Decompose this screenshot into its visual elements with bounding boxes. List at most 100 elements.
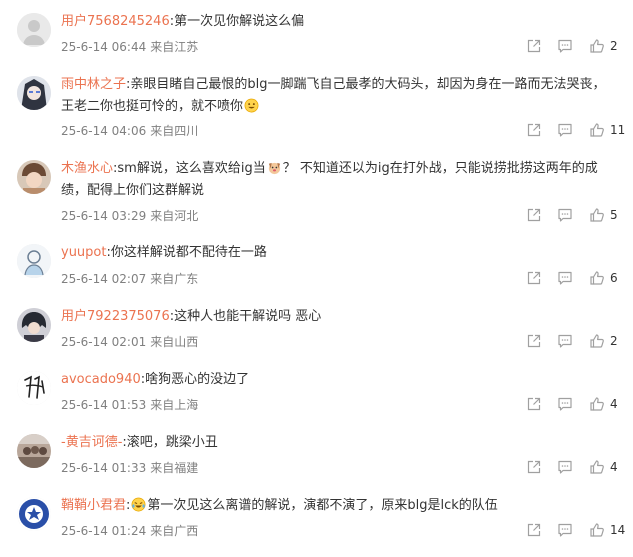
comment-meta: 25-6-14 02:01 来自山西	[61, 333, 198, 350]
thumbs-up-icon	[589, 522, 605, 538]
comment-text: -黄吉诃德-:滚吧，跳梁小丑	[61, 432, 616, 454]
comment-actions: 2	[520, 333, 620, 349]
like-button[interactable]: 6	[589, 270, 618, 286]
thumbs-up-icon	[589, 333, 605, 349]
comment-list: 用户7568245246:第一次见你解说这么偏 25-6-14 06:44 来自江苏…	[0, 0, 633, 557]
reply-icon[interactable]	[557, 333, 573, 349]
thumbs-up-icon	[589, 270, 605, 286]
comment-item: 雨中林之子:亲眼目睹自己最恨的blg一脚踹飞自己最孝的大码头，却因为身在一路而无…	[0, 76, 633, 142]
comment-meta: 25-6-14 03:29 来自河北	[61, 207, 198, 224]
like-button[interactable]: 5	[589, 207, 618, 223]
username-link[interactable]: 用户7922375076	[61, 309, 170, 324]
comment-meta: 25-6-14 01:53 来自上海	[61, 396, 198, 413]
comment-time: 25-6-14 03:29	[61, 209, 147, 223]
anime-avatar[interactable]	[17, 76, 51, 110]
share-icon[interactable]	[526, 459, 542, 475]
reply-icon[interactable]	[557, 459, 573, 475]
like-button[interactable]: 4	[589, 396, 618, 412]
share-icon[interactable]	[526, 38, 542, 54]
comment-meta: 25-6-14 01:24 来自广西	[61, 522, 198, 539]
like-count: 4	[610, 460, 618, 474]
comment-actions: 4	[520, 459, 620, 475]
like-button[interactable]: 4	[589, 459, 618, 475]
like-count: 5	[610, 208, 618, 222]
comment-text: 鞘鞘小君君: 第一次见这么离谱的解说，演都不演了，原来blg是lck的队伍	[61, 495, 616, 517]
comment-body: :你这样解说都不配待在一路	[106, 245, 267, 260]
comment-time: 25-6-14 01:24	[61, 524, 147, 538]
reply-icon[interactable]	[557, 522, 573, 538]
reply-icon[interactable]	[557, 270, 573, 286]
comment-location: 来自福建	[150, 461, 199, 475]
username-link[interactable]: 雨中林之子	[61, 77, 126, 92]
comment-time: 25-6-14 02:01	[61, 335, 147, 349]
photo-avatar[interactable]	[17, 160, 51, 194]
comment-location: 来自广西	[150, 524, 199, 538]
comment-text: 木渔水心:sm解说，这么喜欢给ig当？ 不知道还以为ig在打外战，只能说捞批捞这…	[61, 158, 616, 202]
comment-time: 25-6-14 04:06	[61, 124, 147, 138]
like-button[interactable]: 14	[589, 522, 625, 538]
dog-emoji	[266, 161, 283, 176]
like-button[interactable]: 2	[589, 333, 618, 349]
share-icon[interactable]	[526, 522, 542, 538]
comment-text: 用户7568245246:第一次见你解说这么偏	[61, 11, 616, 33]
share-icon[interactable]	[526, 270, 542, 286]
username-link[interactable]: -黄吉诃德-	[61, 435, 122, 450]
comment-body: :这种人也能干解说吗 恶心	[169, 309, 322, 324]
like-count: 11	[610, 123, 626, 137]
reply-icon[interactable]	[557, 396, 573, 412]
comment-body: :亲眼目睹自己最恨的blg一脚踹飞自己最孝的大码头，却因为身在一路而无法哭丧，王…	[61, 77, 606, 114]
comment-item: 用户7922375076:这种人也能干解说吗 恶心 25-6-14 02:01 来自…	[0, 308, 633, 353]
thumbs-up-icon	[589, 396, 605, 412]
comment-location: 来自江苏	[150, 40, 199, 54]
comment-location: 来自山西	[150, 335, 199, 349]
like-button[interactable]: 11	[589, 122, 625, 138]
thumbs-up-icon	[589, 38, 605, 54]
doodle-avatar[interactable]	[17, 371, 51, 405]
username-link[interactable]: 用户7568245246	[61, 14, 170, 29]
comment-actions: 5	[520, 207, 620, 223]
comment-item: 用户7568245246:第一次见你解说这么偏 25-6-14 06:44 来自江苏…	[0, 13, 633, 58]
reply-icon[interactable]	[557, 207, 573, 223]
comment-text: avocado940:啥狗恶心的没边了	[61, 369, 616, 391]
comment-body-continued: 第一次见这么离谱的解说，演都不演了，原来blg是lck的队伍	[147, 498, 498, 513]
comment-item: -黄吉诃德-:滚吧，跳梁小丑 25-6-14 01:33 来自福建 4	[0, 434, 633, 479]
badge-avatar[interactable]	[17, 497, 51, 531]
comment-body: :啥狗恶心的没边了	[140, 372, 250, 387]
username-link[interactable]: avocado940	[61, 372, 141, 387]
comment-location: 来自四川	[150, 124, 199, 138]
username-link[interactable]: yuupot	[61, 245, 106, 260]
reply-icon[interactable]	[557, 38, 573, 54]
comment-meta: 25-6-14 06:44 来自江苏	[61, 38, 198, 55]
comment-actions: 11	[520, 122, 625, 138]
comment-body: :sm解说，这么喜欢给ig当	[113, 161, 266, 176]
comment-actions: 2	[520, 38, 620, 54]
comment-item: avocado940:啥狗恶心的没边了 25-6-14 01:53 来自上海 4	[0, 371, 633, 416]
like-count: 2	[610, 334, 618, 348]
comment-item: 鞘鞘小君君: 第一次见这么离谱的解说，演都不演了，原来blg是lck的队伍 25-6…	[0, 497, 633, 542]
reply-icon[interactable]	[557, 122, 573, 138]
share-icon[interactable]	[526, 207, 542, 223]
comment-text: 用户7922375076:这种人也能干解说吗 恶心	[61, 306, 616, 328]
comment-time: 25-6-14 01:33	[61, 461, 147, 475]
comment-location: 来自河北	[150, 209, 199, 223]
comment-text: yuupot:你这样解说都不配待在一路	[61, 242, 616, 264]
comment-actions: 6	[520, 270, 620, 286]
share-icon[interactable]	[526, 333, 542, 349]
comment-time: 25-6-14 01:53	[61, 398, 147, 412]
share-icon[interactable]	[526, 122, 542, 138]
dark-hair-avatar[interactable]	[17, 308, 51, 342]
group-avatar[interactable]	[17, 434, 51, 468]
comment-meta: 25-6-14 04:06 来自四川	[61, 122, 198, 139]
comment-time: 25-6-14 06:44	[61, 40, 147, 54]
username-link[interactable]: 鞘鞘小君君	[61, 498, 126, 513]
thumbs-up-icon	[589, 207, 605, 223]
share-icon[interactable]	[526, 396, 542, 412]
default-avatar[interactable]	[17, 13, 51, 47]
comment-item: 木渔水心:sm解说，这么喜欢给ig当？ 不知道还以为ig在打外战，只能说捞批捞这…	[0, 160, 633, 227]
username-link[interactable]: 木渔水心	[61, 161, 113, 176]
like-button[interactable]: 2	[589, 38, 618, 54]
sketch-avatar[interactable]	[17, 244, 51, 278]
comment-meta: 25-6-14 01:33 来自福建	[61, 459, 198, 476]
thumbs-up-icon	[589, 459, 605, 475]
comment-time: 25-6-14 02:07	[61, 272, 147, 286]
